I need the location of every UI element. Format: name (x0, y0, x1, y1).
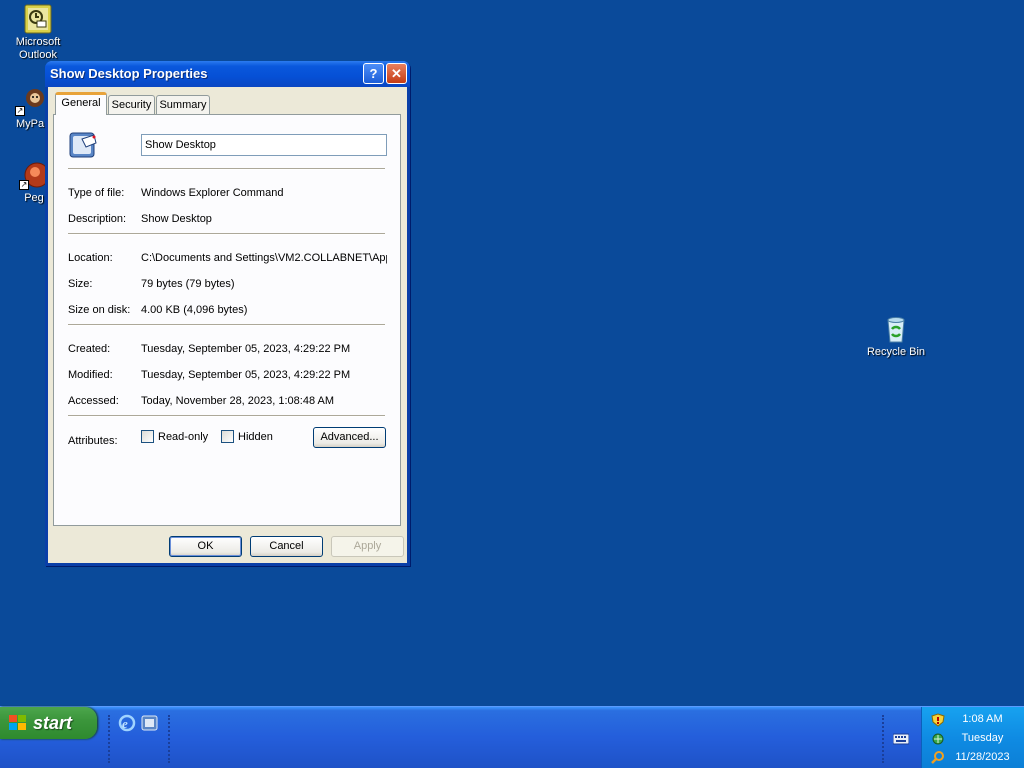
recycle-bin-icon (881, 314, 911, 344)
general-tab-panel: Show Desktop Type of file: Windows Explo… (53, 114, 401, 526)
hidden-checkbox[interactable]: Hidden (221, 430, 273, 443)
accessed-label: Accessed: (68, 395, 119, 407)
created-label: Created: (68, 343, 111, 355)
accessed-value: Today, November 28, 2023, 1:08:48 AM (141, 395, 335, 407)
location-label: Location: (68, 252, 113, 264)
file-name-input[interactable]: Show Desktop (141, 134, 387, 156)
created-value: Tuesday, September 05, 2023, 4:29:22 PM (141, 343, 351, 355)
type-of-file-value: Windows Explorer Command (141, 187, 284, 199)
close-button[interactable]: ✕ (386, 63, 407, 84)
modified-value: Tuesday, September 05, 2023, 4:29:22 PM (141, 369, 351, 381)
apply-button: Apply (331, 536, 404, 557)
task-area-grip[interactable] (168, 715, 170, 763)
size-on-disk-label: Size on disk: (68, 304, 131, 316)
read-only-checkbox[interactable]: Read-only (141, 430, 208, 443)
hidden-label: Hidden (238, 430, 273, 443)
internet-explorer-icon[interactable]: e (118, 714, 136, 732)
size-on-disk-value: 4.00 KB (4,096 bytes) (141, 304, 248, 316)
start-button[interactable]: start (0, 707, 97, 739)
desktop-icon-label: Microsoft Outlook (15, 36, 61, 61)
close-icon: ✕ (391, 66, 402, 81)
help-button[interactable]: ? (363, 63, 384, 84)
advanced-button[interactable]: Advanced... (313, 427, 386, 448)
clock-time[interactable]: 1:08 AM (922, 713, 1024, 725)
ok-button[interactable]: OK (169, 536, 242, 557)
attributes-label: Attributes: (68, 435, 118, 447)
shortcut-arrow-icon: ↗ (15, 106, 25, 116)
desktop-icon-label: Recycle Bin (866, 346, 926, 358)
size-label: Size: (68, 278, 93, 290)
location-value[interactable]: C:\Documents and Settings\VM2.COLLABNET\… (141, 252, 387, 264)
show-desktop-icon[interactable] (141, 714, 159, 732)
description-label: Description: (68, 213, 127, 225)
separator (68, 168, 385, 170)
tray-grip[interactable] (882, 715, 884, 763)
clock-day: Tuesday (961, 732, 1004, 744)
quick-launch-grip[interactable] (108, 715, 110, 763)
separator (68, 415, 385, 417)
mypa-icon: ↗ (15, 86, 45, 116)
desktop-icon-recycle-bin[interactable]: Recycle Bin (858, 314, 934, 359)
start-label: start (33, 713, 73, 733)
window-title: Show Desktop Properties (50, 66, 208, 81)
properties-dialog: Show Desktop Properties ? ✕ General Secu… (45, 61, 410, 566)
title-bar[interactable]: Show Desktop Properties ? ✕ (45, 61, 410, 87)
separator (68, 233, 385, 235)
outlook-icon (23, 4, 53, 34)
tab-summary[interactable]: Summary (156, 95, 210, 114)
separator (68, 324, 385, 326)
read-only-label: Read-only (158, 430, 209, 443)
keyboard-icon[interactable] (893, 732, 909, 746)
modified-label: Modified: (68, 369, 113, 381)
shortcut-arrow-icon: ↗ (19, 180, 29, 190)
taskbar: start e 1:08 AM Tuesday 11/28/2023 (0, 706, 1024, 768)
size-value: 79 bytes (79 bytes) (141, 278, 235, 290)
desktop-icon-label: Peg (24, 192, 44, 204)
cancel-button[interactable]: Cancel (250, 536, 323, 557)
checkbox-box[interactable] (221, 430, 234, 443)
checkbox-box[interactable] (141, 430, 154, 443)
windows-logo-icon (9, 715, 26, 730)
clock-date: 11/28/2023 (955, 751, 1010, 763)
type-of-file-label: Type of file: (68, 187, 125, 199)
desktop-icon-outlook[interactable]: Microsoft Outlook (0, 4, 76, 62)
svg-text:e: e (122, 716, 128, 731)
command-file-icon (68, 129, 100, 161)
description-value: Show Desktop (141, 213, 212, 225)
tab-security[interactable]: Security (108, 95, 155, 114)
system-tray: 1:08 AM Tuesday 11/28/2023 (921, 707, 1024, 768)
help-icon: ? (369, 66, 378, 81)
desktop-icon-label: MyPa (15, 118, 45, 130)
tab-general[interactable]: General (55, 92, 107, 115)
